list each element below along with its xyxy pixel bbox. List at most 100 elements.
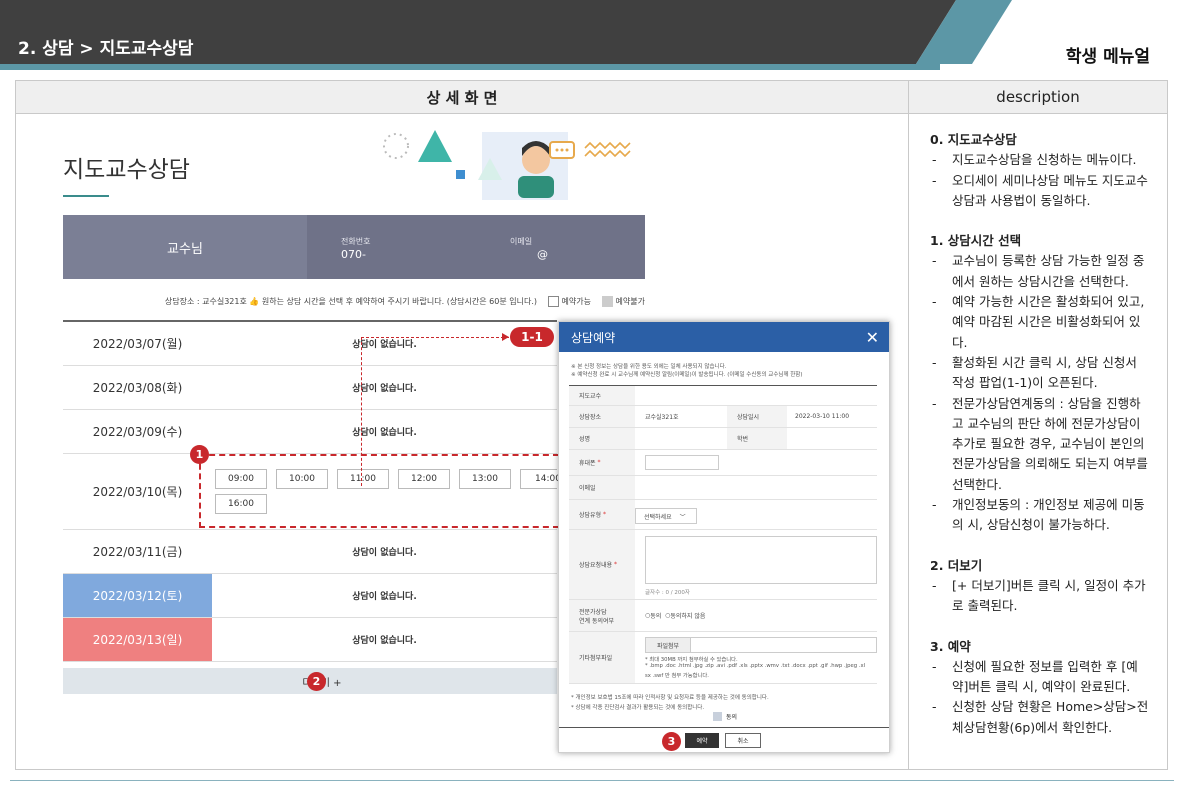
annotation-badge-1: 1 bbox=[190, 445, 209, 464]
consent-label-line2: 연계 동의여부 bbox=[579, 617, 615, 625]
privacy-note: * 개인정보 보호법 15조에 따라 인적사항 및 요청자료 등을 제공하는 것… bbox=[571, 695, 769, 701]
form-row-email: 이메일 bbox=[569, 476, 877, 500]
privacy-agree-label: 동의 bbox=[726, 714, 738, 721]
schedule-date: 2022/03/11(금) bbox=[92, 545, 183, 559]
schedule-message: 상담이 없습니다. bbox=[352, 636, 417, 646]
form-row-advisor: 지도교수 bbox=[569, 386, 877, 406]
description-panel: 0. 지도교수상담 지도교수상담을 신청하는 메뉴이다. 오디세이 세미나상담 … bbox=[930, 130, 1152, 738]
page-header: 2. 상담 > 지도교수상담 학생 메뉴얼 bbox=[0, 0, 1184, 72]
attach-note: * .bmp .doc .html .jpg .zip .avi .pdf .x… bbox=[645, 663, 866, 669]
manual-label: 학생 메뉴얼 bbox=[1065, 47, 1150, 67]
desc-item: 교수님이 등록한 상담 가능한 일정 중에서 원하는 상담시간을 선택한다. bbox=[930, 251, 1152, 292]
close-icon[interactable]: ✕ bbox=[866, 328, 879, 347]
modal-note: ※ 예약신청 완료 시 교수님께 예약신청 알림(이메일)이 발송됩니다. (이… bbox=[571, 372, 803, 378]
reserve-button[interactable]: 예약 bbox=[685, 733, 719, 748]
modal-header: 상담예약 ✕ bbox=[559, 322, 889, 352]
annotation-badge-1-1: 1-1 bbox=[510, 327, 554, 347]
schedule-date: 2022/03/08(화) bbox=[92, 381, 183, 395]
type-select[interactable]: 선택하세요 ﹀ bbox=[635, 508, 697, 524]
annotation-badge-2: 2 bbox=[307, 672, 326, 691]
schedule-date: 2022/03/09(수) bbox=[92, 425, 183, 439]
content-field-label: 상담요청내용 * bbox=[569, 530, 635, 599]
name-label: 성명 bbox=[569, 428, 635, 449]
modal-footer-line bbox=[559, 727, 889, 728]
form-row-content: 상담요청내용 * 글자수 : 0 / 200자 bbox=[569, 530, 877, 600]
legend-unavailable-label: 예약불가 bbox=[615, 297, 645, 306]
reservation-form: 지도교수 상담장소 교수실321호 상담일시 2022-03-10 11:00 … bbox=[569, 385, 877, 684]
content-field-text: 상담요청내용 bbox=[579, 562, 613, 569]
legend-unavailable-box bbox=[601, 296, 613, 307]
datetime-value: 2022-03-10 11:00 bbox=[795, 413, 850, 420]
desc-heading: 2. 더보기 bbox=[930, 557, 983, 573]
datetime-label: 상담일시 bbox=[727, 406, 787, 427]
schedule-date: 2022/03/13(일) bbox=[63, 618, 212, 661]
schedule-row: 2022/03/09(수) 상담이 없습니다. bbox=[63, 410, 557, 454]
place-label: 상담장소 bbox=[569, 406, 635, 427]
annotation-dashed-box bbox=[199, 454, 559, 528]
consent-field-label: 전문가상담 연계 동의여부 bbox=[569, 600, 635, 631]
desc-heading: 1. 상담시간 선택 bbox=[930, 233, 1022, 249]
column-divider bbox=[908, 81, 909, 769]
schedule-message: 상담이 없습니다. bbox=[352, 592, 417, 602]
advisor-label: 지도교수 bbox=[569, 386, 635, 405]
schedule-message: 상담이 없습니다. bbox=[352, 548, 417, 558]
content-textarea[interactable] bbox=[645, 536, 877, 584]
desc-item: 개인정보동의 : 개인정보 제공에 미동의 시, 상담신청이 불가능하다. bbox=[930, 495, 1152, 536]
attach-note: sx .swf 만 첨부 가능합니다. bbox=[645, 673, 709, 679]
desc-item: 지도교수상담을 신청하는 메뉴이다. bbox=[930, 150, 1152, 171]
legend-available-label: 예약가능 bbox=[561, 297, 591, 306]
place-value: 교수실321호 bbox=[645, 414, 679, 421]
privacy-agree[interactable]: 동의 bbox=[713, 712, 737, 721]
column-header-screen: 상 세 화 면 bbox=[16, 81, 908, 114]
email-value: @ bbox=[537, 248, 548, 261]
phone-input[interactable] bbox=[645, 455, 719, 470]
schedule-date: 2022/03/07(월) bbox=[92, 337, 183, 351]
cancel-button[interactable]: 취소 bbox=[725, 733, 761, 748]
phone-field-label: 휴대폰 * bbox=[569, 450, 635, 475]
email-label: 이메일 bbox=[510, 237, 533, 246]
disagree-label: 동의하지 않음 bbox=[670, 613, 706, 620]
type-field-label: 상담유형 * bbox=[569, 500, 635, 529]
privacy-note: * 상담에 각종 진단검사 결과가 활용되는 것에 동의합니다. bbox=[571, 705, 705, 711]
attach-note: * 최대 30MB 까지 첨부하실 수 있습니다. bbox=[645, 657, 738, 663]
consent-label-line1: 전문가상담 bbox=[579, 608, 607, 616]
schedule-row-saturday: 2022/03/12(토) 상담이 없습니다. bbox=[63, 574, 557, 618]
legend-available-box bbox=[547, 296, 559, 307]
professor-name: 교수님 bbox=[63, 215, 307, 279]
schedule-date: 2022/03/10(목) bbox=[92, 485, 183, 499]
schedule-row: 2022/03/08(화) 상담이 없습니다. bbox=[63, 366, 557, 410]
email-field-label: 이메일 bbox=[569, 476, 635, 499]
attach-file-button[interactable]: 파일첨부 bbox=[645, 637, 691, 653]
desc-item: 전문가상담연계동의 : 상담을 진행하고 교수님의 판단 하에 전문가상담이 추… bbox=[930, 394, 1152, 495]
schedule-row-sunday: 2022/03/13(일) 상담이 없습니다. bbox=[63, 618, 557, 662]
chevron-down-icon: ﹀ bbox=[679, 513, 686, 521]
schedule-message: 상담이 없습니다. bbox=[352, 340, 417, 350]
modal-note: ※ 본 신청 정보는 상담을 위한 용도 외에는 일체 사용되지 않습니다. bbox=[571, 364, 727, 370]
consent-options: ○ 동의 ○ 동의하지 않음 bbox=[645, 600, 705, 631]
desc-heading: 3. 예약 bbox=[930, 638, 971, 654]
column-header-description: description bbox=[909, 81, 1167, 114]
char-count: 글자수 : 0 / 200자 bbox=[645, 590, 690, 596]
agree-label: 동의 bbox=[650, 613, 662, 620]
form-row-phone: 휴대폰 * bbox=[569, 450, 877, 476]
desc-item: 신청에 필요한 정보를 입력한 후 [예약]버튼 클릭 시, 예약이 완료된다. bbox=[930, 657, 1152, 698]
form-row-place: 상담장소 교수실321호 상담일시 2022-03-10 11:00 bbox=[569, 406, 877, 428]
schedule-message: 상담이 없습니다. bbox=[352, 428, 417, 438]
desc-heading: 0. 지도교수상담 bbox=[930, 132, 1017, 147]
student-id-label: 학번 bbox=[727, 428, 787, 449]
annotation-badge-3: 3 bbox=[662, 732, 681, 751]
title-underline bbox=[63, 195, 109, 197]
footer-line bbox=[10, 780, 1174, 781]
phone-value: 070- bbox=[341, 248, 366, 261]
page-title: 지도교수상담 bbox=[63, 157, 190, 183]
annotation-connector bbox=[361, 337, 509, 338]
form-row-consent: 전문가상담 연계 동의여부 ○ 동의 ○ 동의하지 않음 bbox=[569, 600, 877, 632]
form-row-name: 성명 학번 bbox=[569, 428, 877, 450]
form-row-type: 상담유형 * bbox=[569, 500, 877, 530]
phone-field-text: 휴대폰 bbox=[579, 460, 596, 467]
desc-item: 오디세이 세미나상담 메뉴도 지도교수상담과 사용법이 동일하다. bbox=[930, 171, 1152, 212]
modal-title: 상담예약 bbox=[571, 330, 616, 345]
privacy-agree-checkbox[interactable] bbox=[713, 712, 722, 721]
consult-info-text: 상담장소 : 교수실321호 👍 원하는 상담 시간을 선택 후 예약하여 주시… bbox=[164, 297, 537, 306]
advisor-illustration bbox=[383, 130, 631, 200]
